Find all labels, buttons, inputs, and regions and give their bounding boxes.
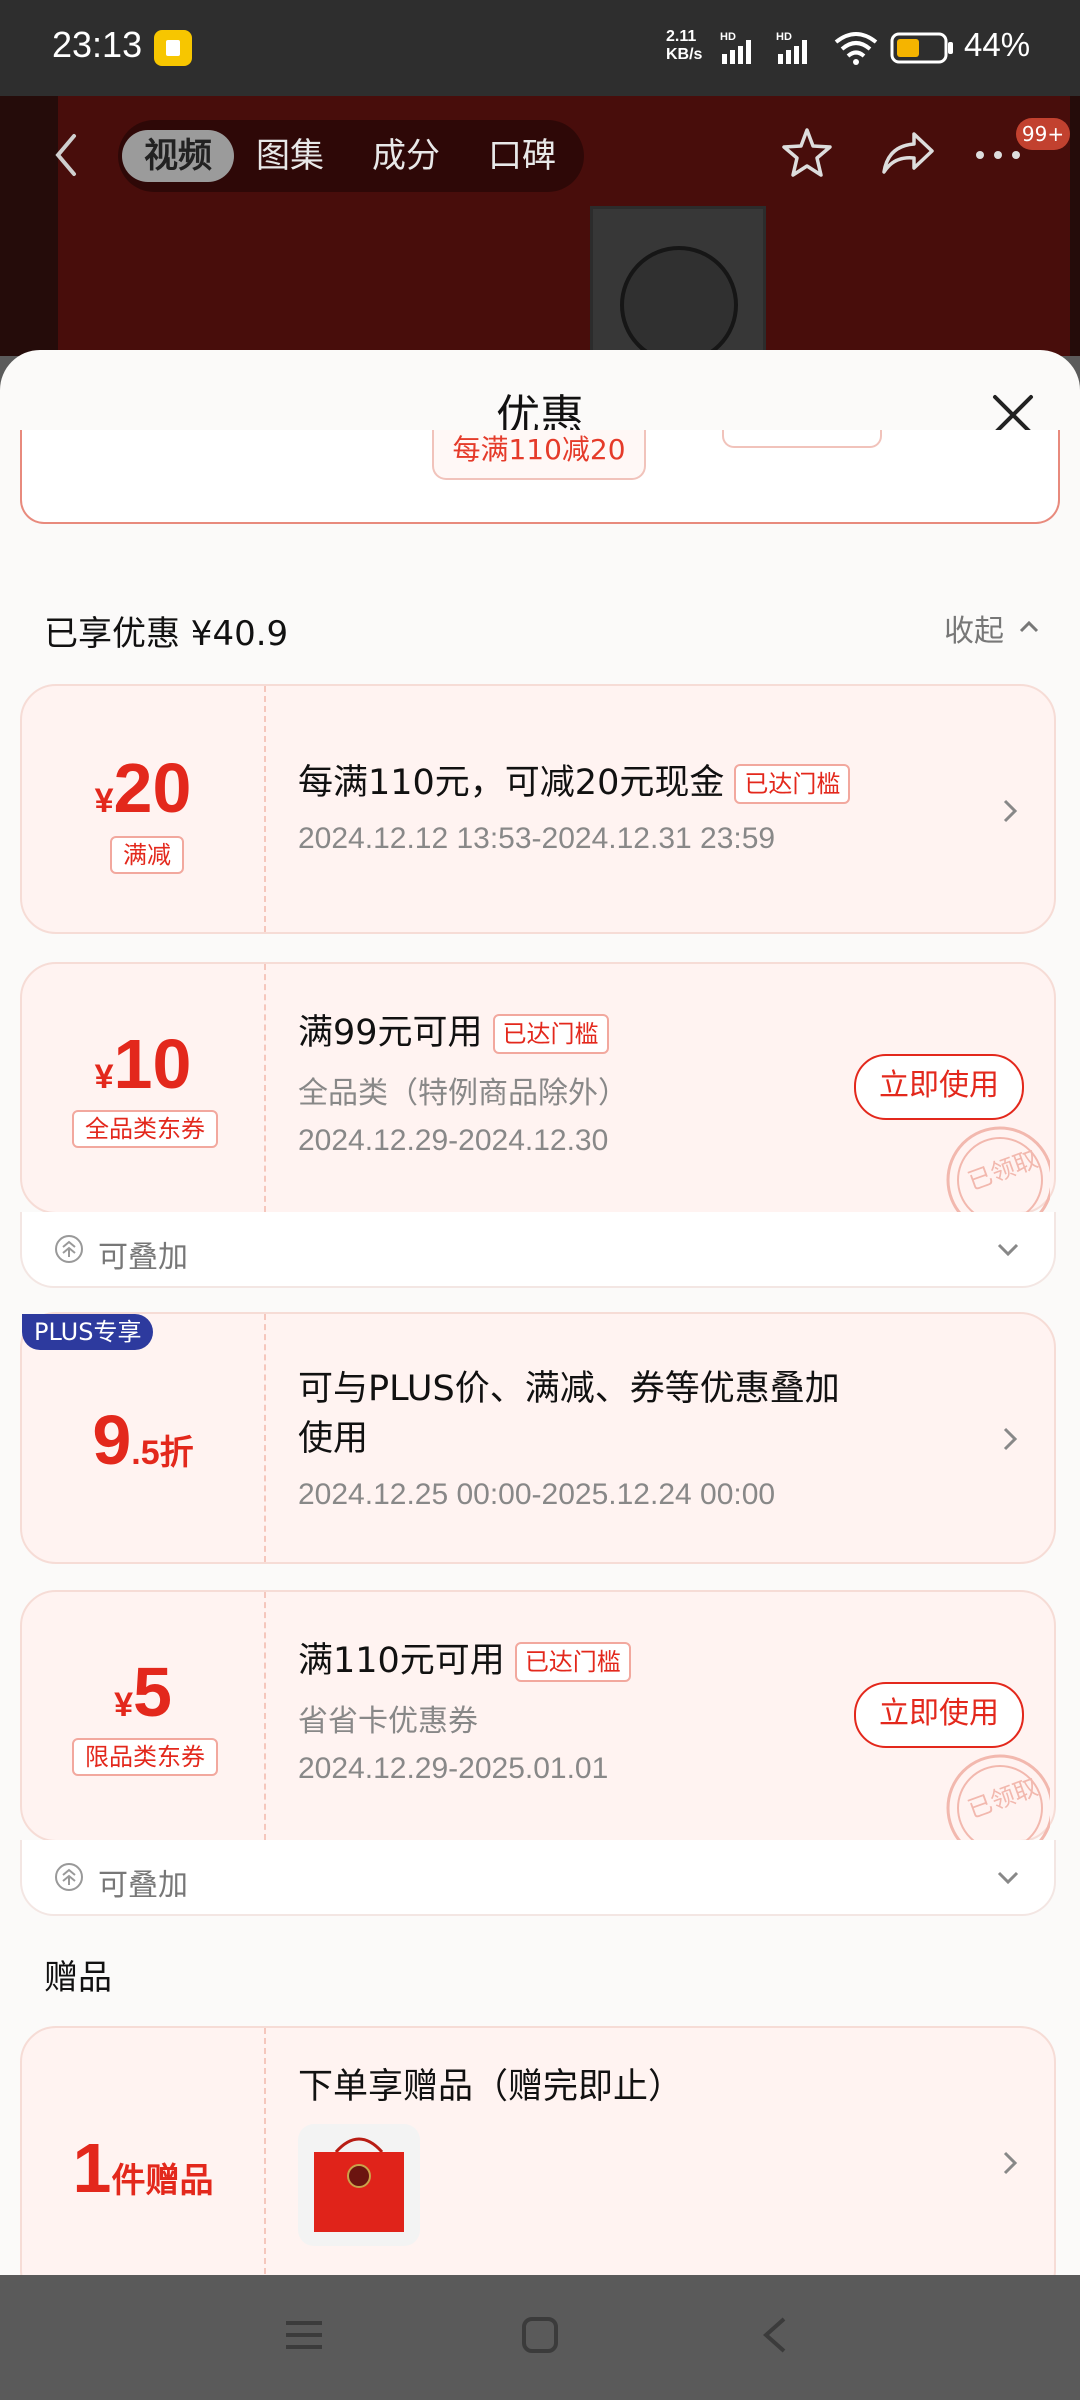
stackable-row[interactable]: 可叠加 [20,1840,1056,1916]
home-icon[interactable] [518,2313,562,2357]
promo-tag: 每满110减20 [432,430,646,480]
coupon-date: 2024.12.25 00:00-2025.12.24 00:00 [298,1478,776,1511]
chevron-right-icon[interactable] [1002,1426,1018,1452]
coupon-type-badge: 全品类东券 [72,1110,218,1148]
back-nav-icon[interactable] [756,2313,796,2357]
card-divider [264,686,266,932]
stackable-row[interactable]: 可叠加 [20,1212,1056,1288]
signal-hd-label-2: HD [776,31,792,43]
threshold-reached-badge: 已达门槛 [492,1014,609,1054]
promo-tag-partial [722,430,882,448]
coupon-card-full-reduction[interactable]: ¥20 满减 每满110元，可减20元现金 已达门槛 2024.12.12 13:… [20,684,1056,934]
coupon-discount-rate: 9.5折 [92,1401,194,1479]
enjoyed-discount-total: 已享优惠 ¥40.9 [44,614,289,654]
coupon-subtitle: 全品类（特例商品除外） [298,1076,628,1111]
chevron-down-icon[interactable] [996,1242,1020,1258]
tab-reviews[interactable]: 口碑 [482,130,562,182]
collapse-button[interactable]: 收起 [944,606,1004,650]
gift-section-heading: 赠品 [44,1958,112,1998]
signal-hd-label-1: HD [720,31,736,43]
stackable-label: 可叠加 [98,1240,188,1275]
chevron-up-icon[interactable] [1018,618,1040,634]
promo-card-partial: 每满110减20 [20,430,1060,524]
coupon-amount: ¥10 [94,1025,192,1103]
tab-ingredients[interactable]: 成分 [366,130,446,182]
signal-icon: HD HD [720,31,807,64]
network-speed-value: 2.11 [666,28,697,45]
coupon-date: 2024.12.29-2025.01.01 [298,1752,609,1785]
tab-album[interactable]: 图集 [250,130,330,182]
tab-video[interactable]: 视频 [122,130,234,182]
wifi-icon [834,32,878,65]
threshold-reached-badge: 已达门槛 [514,1642,631,1682]
stack-icon [55,1235,83,1263]
coupon-amount: ¥5 [114,1653,172,1731]
coupon-card-limited-category[interactable]: ¥5 限品类东券 满110元可用 已达门槛 省省卡优惠券 2024.12.29-2… [20,1590,1056,1842]
claimed-stamp: 已领取 [930,1110,1050,1214]
message-badge: 99+ [1016,118,1070,150]
card-divider [264,1592,266,1840]
notification-icon [154,30,192,66]
stack-icon [55,1863,83,1891]
stackable-label: 可叠加 [98,1868,188,1903]
claimed-stamp-text: 已领取 [964,1773,1041,1824]
threshold-reached-badge: 已达门槛 [734,764,851,804]
gift-card[interactable]: 1件赠品 下单享赠品（赠完即止） [20,2026,1056,2275]
plus-exclusive-tag: PLUS专享 [22,1314,154,1350]
system-nav-bar [0,2275,1080,2400]
coupon-subtitle: 省省卡优惠券 [298,1704,478,1739]
coupon-title-line2: 使用 [298,1419,369,1459]
share-icon[interactable] [880,126,936,180]
claimed-stamp-text: 已领取 [964,1145,1041,1196]
chevron-right-icon[interactable] [1002,798,1018,824]
battery-percent: 44% [964,26,1031,63]
card-divider [264,1314,266,1562]
gift-thumbnail[interactable] [298,2124,420,2246]
network-speed-unit: KB/s [666,46,703,63]
gift-title: 下单享赠品（赠完即止） [298,2067,684,2107]
card-divider [264,2028,266,2275]
coupon-title: 满99元可用 已达门槛 [298,1004,609,1055]
chevron-right-icon[interactable] [1002,2150,1018,2176]
coupon-card-plus[interactable]: PLUS专享 9.5折 可与PLUS价、满减、券等优惠叠加 使用 2024.12… [20,1312,1056,1564]
coupon-title: 每满110元，可减20元现金 已达门槛 [298,754,851,805]
coupon-title-line1: 可与PLUS价、满减、券等优惠叠加 [298,1369,840,1409]
coupon-type-badge: 满减 [110,836,184,874]
discount-sheet: 优惠 每满110减20 已享优惠 ¥40.9 收起 ¥20 满减 每满110元，… [0,350,1080,2275]
coupon-card-all-category[interactable]: ¥10 全品类东券 满99元可用 已达门槛 全品类（特例商品除外） 2024.12… [20,962,1056,1214]
menu-icon[interactable] [282,2315,326,2355]
status-time: 23:13 [52,24,143,65]
gift-bag-image [314,2137,404,2232]
back-icon[interactable] [46,128,86,182]
card-divider [264,964,266,1212]
chevron-down-icon[interactable] [996,1870,1020,1886]
product-tabs: 视频 图集 成分 口碑 [118,120,584,192]
gift-count: 1件赠品 [72,2129,214,2207]
coupon-date: 2024.12.29-2024.12.30 [298,1124,609,1157]
coupon-date: 2024.12.12 13:53-2024.12.31 23:59 [298,822,776,855]
coupon-amount: ¥20 [94,749,192,827]
network-speed: 2.11 KB/s [666,28,702,64]
coupon-type-badge: 限品类东券 [72,1738,218,1776]
battery-icon [890,32,953,64]
coupon-title: 满110元可用 已达门槛 [298,1632,631,1683]
status-bar: 23:13 2.11 KB/s HD HD 44% [0,0,1080,96]
claimed-stamp: 已领取 [930,1738,1050,1842]
favorite-star-icon[interactable] [780,126,834,180]
